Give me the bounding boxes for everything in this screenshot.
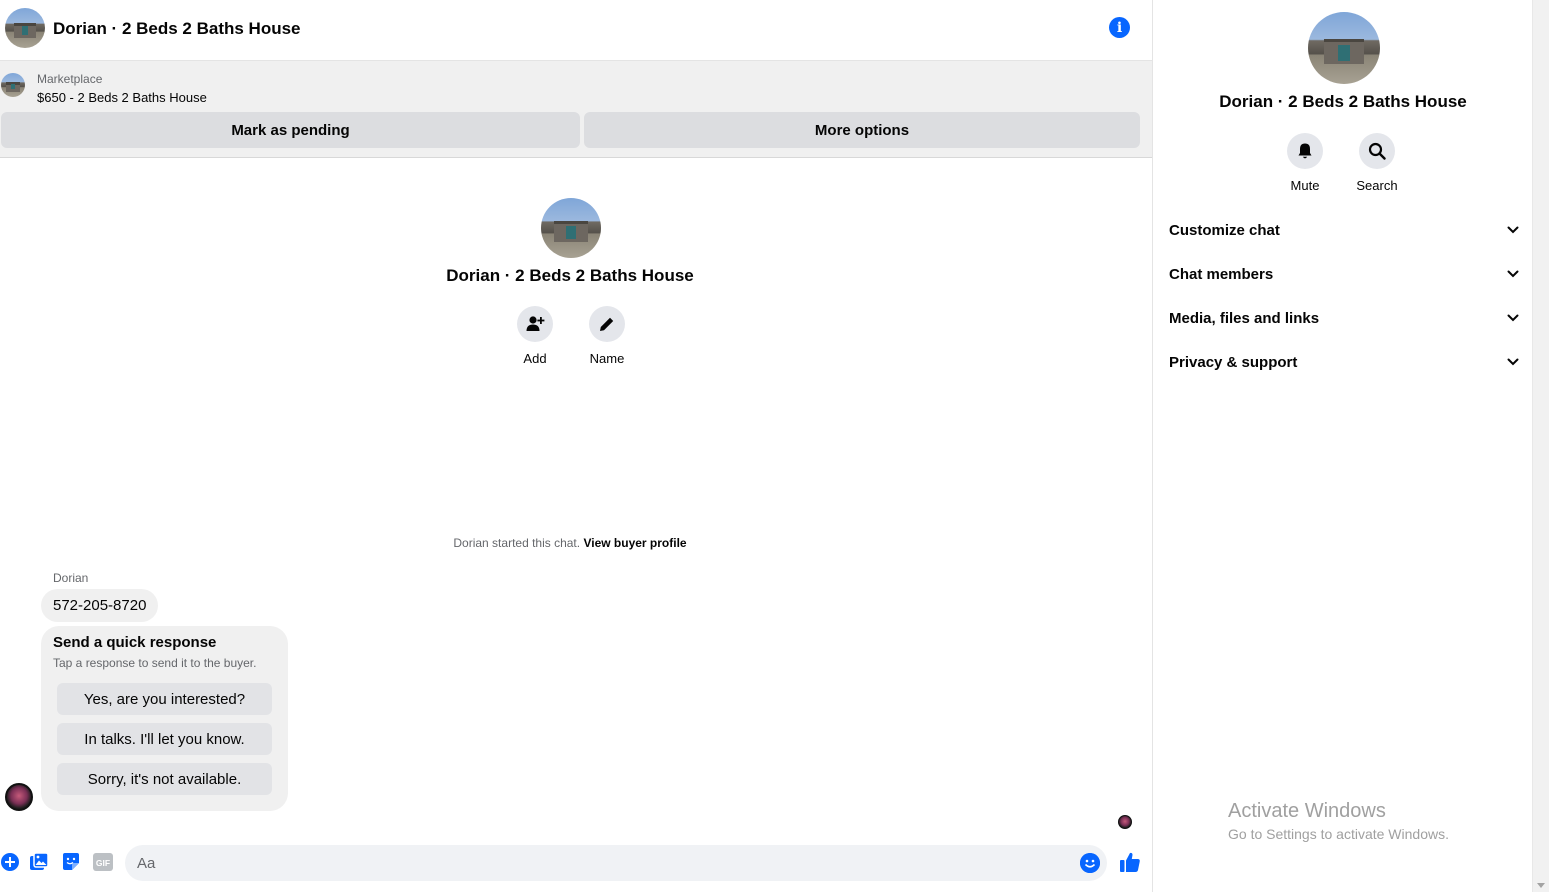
listing-thumbnail[interactable] bbox=[1, 73, 25, 97]
seen-indicator-avatar bbox=[1118, 815, 1132, 829]
marketplace-label: Marketplace bbox=[37, 72, 103, 86]
chat-main: Dorian · 2 Beds 2 Baths House i Marketpl… bbox=[0, 0, 1152, 892]
section-label: Customize chat bbox=[1169, 221, 1280, 239]
chat-header: Dorian · 2 Beds 2 Baths House i bbox=[0, 0, 1152, 60]
section-privacy-support[interactable]: Privacy & support bbox=[1169, 342, 1519, 382]
section-label: Privacy & support bbox=[1169, 353, 1298, 371]
emoji-icon[interactable] bbox=[1080, 853, 1100, 873]
listing-title[interactable]: $650 - 2 Beds 2 Baths House bbox=[37, 90, 207, 105]
chat-info-panel: Dorian · 2 Beds 2 Baths House Mute Searc… bbox=[1152, 0, 1532, 892]
message-composer: GIF bbox=[0, 840, 1152, 886]
started-text: Dorian started this chat. bbox=[453, 536, 581, 550]
page-scrollbar[interactable] bbox=[1532, 0, 1549, 892]
message-bubble[interactable]: 572-205-8720 bbox=[41, 589, 159, 622]
scroll-down-arrow-icon[interactable] bbox=[1537, 883, 1545, 888]
quick-response-subtitle: Tap a response to send it to the buyer. bbox=[53, 656, 257, 670]
listing-avatar[interactable] bbox=[5, 8, 45, 48]
sender-name: Dorian bbox=[53, 571, 89, 585]
mute-label: Mute bbox=[1290, 178, 1320, 193]
quick-response-title: Send a quick response bbox=[53, 634, 217, 651]
search-in-conversation-button[interactable]: Search bbox=[1347, 133, 1407, 193]
chevron-down-icon bbox=[1507, 226, 1519, 234]
header-title[interactable]: Dorian · 2 Beds 2 Baths House bbox=[53, 19, 301, 39]
quick-response-option[interactable]: Sorry, it's not available. bbox=[57, 763, 272, 795]
sender-avatar[interactable] bbox=[5, 783, 33, 811]
search-label: Search bbox=[1356, 178, 1398, 193]
pencil-icon[interactable] bbox=[589, 306, 625, 342]
chat-started-notice: Dorian started this chat. View buyer pro… bbox=[370, 536, 770, 550]
search-icon[interactable] bbox=[1359, 133, 1395, 169]
message-input[interactable] bbox=[125, 845, 1107, 881]
add-person-icon[interactable] bbox=[517, 306, 553, 342]
bell-icon[interactable] bbox=[1287, 133, 1323, 169]
mute-button[interactable]: Mute bbox=[1275, 133, 1335, 193]
section-media-files-links[interactable]: Media, files and links bbox=[1169, 298, 1519, 338]
section-customize-chat[interactable]: Customize chat bbox=[1169, 210, 1519, 250]
marketplace-bar: Marketplace $650 - 2 Beds 2 Baths House … bbox=[0, 60, 1152, 158]
intro-avatar bbox=[541, 198, 601, 258]
photo-icon[interactable] bbox=[29, 852, 49, 872]
more-options-button[interactable]: More options bbox=[584, 112, 1140, 148]
view-buyer-profile-link[interactable]: View buyer profile bbox=[583, 536, 686, 550]
chevron-down-icon bbox=[1507, 314, 1519, 322]
watermark-title: Activate Windows bbox=[1228, 800, 1386, 822]
chevron-down-icon bbox=[1507, 270, 1519, 278]
quick-response-card: Send a quick response Tap a response to … bbox=[41, 626, 288, 811]
panel-avatar[interactable] bbox=[1308, 12, 1380, 84]
name-label: Name bbox=[589, 351, 625, 366]
section-label: Media, files and links bbox=[1169, 309, 1320, 327]
info-icon[interactable]: i bbox=[1109, 17, 1130, 38]
gif-label: GIF bbox=[96, 858, 110, 868]
mark-as-pending-button[interactable]: Mark as pending bbox=[1, 112, 580, 148]
section-chat-members[interactable]: Chat members bbox=[1169, 254, 1519, 294]
intro-title: Dorian · 2 Beds 2 Baths House bbox=[446, 266, 694, 285]
watermark-subtitle: Go to Settings to activate Windows. bbox=[1228, 826, 1449, 842]
add-people-button[interactable]: Add bbox=[505, 306, 565, 366]
section-label: Chat members bbox=[1169, 265, 1274, 283]
panel-title: Dorian · 2 Beds 2 Baths House bbox=[1219, 92, 1467, 111]
thumbs-up-icon[interactable] bbox=[1119, 851, 1141, 873]
edit-name-button[interactable]: Name bbox=[577, 306, 637, 366]
windows-activation-watermark: Activate Windows Go to Settings to activ… bbox=[1228, 800, 1449, 842]
plus-icon[interactable] bbox=[0, 852, 20, 872]
quick-response-option[interactable]: Yes, are you interested? bbox=[57, 683, 272, 715]
sticker-icon[interactable] bbox=[61, 852, 81, 872]
quick-response-option[interactable]: In talks. I'll let you know. bbox=[57, 723, 272, 755]
chevron-down-icon bbox=[1507, 358, 1519, 366]
add-label: Add bbox=[523, 351, 547, 366]
gif-icon[interactable]: GIF bbox=[93, 852, 113, 872]
